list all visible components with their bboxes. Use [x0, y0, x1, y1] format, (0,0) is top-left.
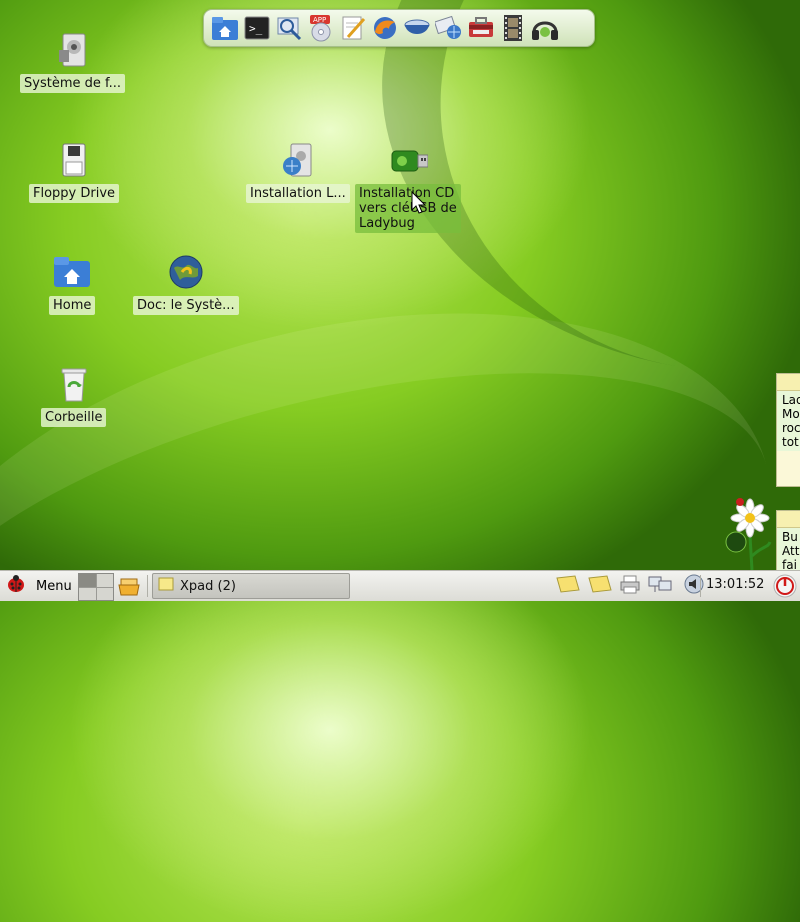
- network-icon[interactable]: [434, 13, 464, 43]
- printer-icon[interactable]: [619, 574, 641, 598]
- desktop-icon-label: Installation L...: [246, 184, 350, 203]
- drive-icon: [53, 30, 93, 70]
- xpad-note[interactable]: Bu Att fai: [776, 510, 800, 572]
- taskbar-separator: [700, 575, 701, 597]
- power-icon[interactable]: [773, 574, 797, 602]
- film-icon[interactable]: [498, 13, 528, 43]
- floppy-icon: [54, 140, 94, 180]
- app-installer-icon[interactable]: APP: [306, 13, 336, 43]
- toolbox-icon[interactable]: [466, 13, 496, 43]
- xpad-note[interactable]: Lad Mo roc tot: [776, 373, 800, 487]
- desktop-icon-label: Floppy Drive: [29, 184, 120, 203]
- desktop-icon-label: Système de f...: [20, 74, 126, 93]
- show-desktop-icon[interactable]: [117, 575, 141, 601]
- task-button-xpad[interactable]: Xpad (2): [152, 573, 350, 599]
- home-folder-icon: [52, 252, 92, 292]
- system-tray: [555, 574, 705, 598]
- workspace-3[interactable]: [79, 587, 96, 600]
- desktop-icon-label: Installation CD vers cléUSB de Ladybug: [355, 184, 461, 233]
- note-icon: [158, 577, 174, 595]
- headphones-icon[interactable]: [530, 13, 560, 43]
- taskbar-separator: [147, 575, 148, 597]
- note-text: Bu Att fai: [777, 528, 800, 571]
- desktop-icon-floppy[interactable]: Floppy Drive: [29, 140, 120, 203]
- desktop-icon-label: Doc: le Systè...: [133, 296, 239, 315]
- usb-icon: [388, 140, 428, 180]
- daisy-decoration-icon: [722, 496, 776, 574]
- installer-icon: [278, 140, 318, 180]
- note-icon[interactable]: [555, 574, 581, 598]
- firefox-icon[interactable]: [370, 13, 400, 43]
- terminal-icon[interactable]: >_: [242, 13, 272, 43]
- mouse-cursor-icon: [411, 190, 427, 219]
- desktop-icon-install-cd[interactable]: Installation CD vers cléUSB de Ladybug: [355, 140, 461, 233]
- desktop-icon-label: Home: [49, 296, 96, 315]
- note-text: Lad Mo roc tot: [777, 391, 800, 451]
- trash-icon: [54, 364, 94, 404]
- workspace-pager[interactable]: [78, 573, 114, 601]
- text-editor-icon[interactable]: [338, 13, 368, 43]
- task-label: Xpad (2): [180, 578, 236, 594]
- desktop-icon-home[interactable]: Home: [49, 252, 96, 315]
- search-icon[interactable]: [274, 13, 304, 43]
- network-icon[interactable]: [647, 574, 673, 598]
- workspace-2[interactable]: [96, 574, 113, 587]
- note-icon: [777, 511, 800, 528]
- taskbar: Menu Xpad (2) 13:01:52: [0, 570, 800, 601]
- volume-icon[interactable]: [683, 574, 705, 598]
- home-folder-icon[interactable]: [210, 13, 240, 43]
- note-icon[interactable]: [587, 574, 613, 598]
- desktop-icon-doc[interactable]: Doc: le Systè...: [133, 252, 239, 315]
- desktop-icon-system[interactable]: Système de f...: [20, 30, 126, 93]
- ladybug-icon: [6, 575, 26, 597]
- desktop-icon-install[interactable]: Installation L...: [246, 140, 350, 203]
- note-icon: [777, 374, 800, 391]
- clock[interactable]: 13:01:52: [706, 577, 764, 592]
- menu-label: Menu: [36, 578, 72, 594]
- workspace-1[interactable]: [79, 574, 96, 587]
- menu-button[interactable]: Menu: [6, 575, 72, 597]
- application-dock: >_ APP: [203, 9, 595, 47]
- bowl-icon[interactable]: [402, 13, 432, 43]
- workspace-4[interactable]: [96, 587, 113, 600]
- desktop-icon-label: Corbeille: [41, 408, 107, 427]
- desktop-icon-trash[interactable]: Corbeille: [41, 364, 107, 427]
- globe-icon: [166, 252, 206, 292]
- svg-text:>_: >_: [249, 22, 263, 35]
